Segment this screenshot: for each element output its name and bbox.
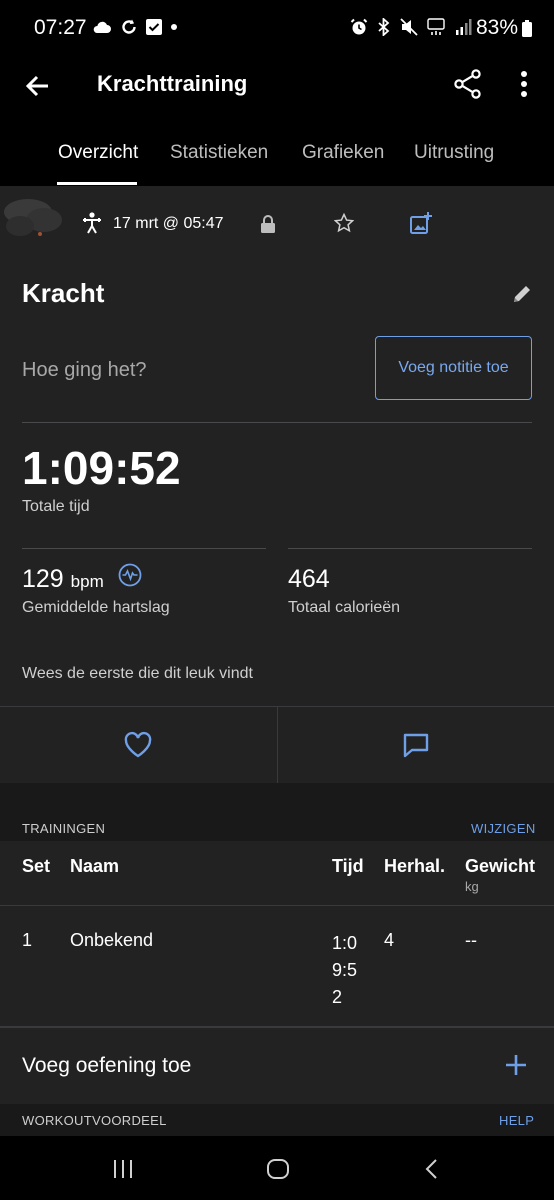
heart-rate-label: Gemiddelde hartslag bbox=[22, 599, 170, 616]
help-link[interactable]: HELP bbox=[499, 1113, 534, 1128]
checkbox-icon bbox=[146, 19, 162, 35]
comment-icon[interactable] bbox=[400, 729, 432, 761]
add-exercise-label: Voeg oefening toe bbox=[22, 1054, 192, 1077]
status-time: 07:27 bbox=[34, 16, 87, 39]
workout-advantage-title: WORKOUTVOORDEEL bbox=[22, 1113, 167, 1128]
social-action-row bbox=[0, 706, 554, 784]
tab-bar: Overzicht Statistieken Grafieken Uitrust… bbox=[0, 126, 554, 186]
divider bbox=[22, 548, 266, 549]
page-title: Krachttraining bbox=[97, 71, 248, 96]
column-header-time: Tijd bbox=[332, 856, 364, 876]
activity-datetime: 17 mrt @ 05:47 bbox=[113, 215, 224, 232]
divider bbox=[288, 548, 532, 549]
divider bbox=[277, 707, 278, 783]
heart-rate-value: 129 bpm bbox=[22, 565, 104, 594]
heart-rate-icon[interactable] bbox=[118, 563, 142, 587]
dot-icon bbox=[171, 24, 177, 30]
tab-grafieken[interactable]: Grafieken bbox=[302, 142, 384, 164]
trainings-section-title: TRAININGEN bbox=[22, 821, 106, 836]
activity-title: Kracht bbox=[22, 278, 105, 308]
signal-icon bbox=[456, 19, 472, 35]
share-icon[interactable] bbox=[452, 68, 484, 100]
battery-icon bbox=[522, 20, 532, 37]
column-header-weight: Gewicht bbox=[465, 856, 536, 876]
avatar[interactable] bbox=[0, 194, 70, 240]
mute-icon bbox=[400, 18, 418, 36]
heart-rate-unit: bpm bbox=[70, 572, 104, 591]
system-back-icon[interactable] bbox=[424, 1158, 440, 1180]
active-tab-indicator bbox=[57, 182, 137, 185]
column-header-set: Set bbox=[22, 856, 51, 876]
system-nav-bar bbox=[0, 1136, 554, 1200]
column-header-name: Naam bbox=[70, 856, 120, 876]
star-icon[interactable] bbox=[334, 213, 354, 233]
column-header-reps: Herhal. bbox=[384, 856, 446, 876]
add-exercise-row[interactable]: Voeg oefening toe bbox=[0, 1028, 554, 1104]
add-photo-icon[interactable] bbox=[410, 212, 432, 234]
heart-rate-number: 129 bbox=[22, 565, 64, 593]
cell-name: Onbekend bbox=[70, 930, 154, 950]
app-bar: Krachttraining bbox=[0, 58, 554, 122]
overview-content: 17 mrt @ 05:47 Kracht Hoe ging het? Voeg… bbox=[0, 186, 554, 1104]
weight-unit: kg bbox=[465, 879, 479, 894]
table-row[interactable]: 1 Onbekend 1:09:52 4 -- bbox=[0, 906, 554, 1028]
cell-time: 1:09:52 bbox=[332, 933, 358, 1007]
home-icon[interactable] bbox=[266, 1158, 290, 1180]
tab-overzicht[interactable]: Overzicht bbox=[58, 142, 138, 164]
strength-activity-icon bbox=[83, 212, 101, 234]
calories-value: 464 bbox=[288, 565, 330, 593]
cell-set: 1 bbox=[22, 930, 33, 950]
network-5g-icon bbox=[427, 18, 445, 35]
like-prompt: Wees de eerste die dit leuk vindt bbox=[22, 665, 253, 682]
lock-icon[interactable] bbox=[260, 214, 276, 234]
bluetooth-icon bbox=[378, 18, 390, 36]
more-vert-icon[interactable] bbox=[510, 68, 538, 100]
calories-label: Totaal calorieën bbox=[288, 599, 401, 616]
sync-icon bbox=[122, 19, 136, 34]
recent-apps-icon[interactable] bbox=[112, 1158, 134, 1180]
divider bbox=[22, 422, 532, 423]
total-time-label: Totale tijd bbox=[22, 498, 90, 515]
edit-pencil-icon[interactable] bbox=[512, 284, 532, 304]
how-did-it-go-prompt: Hoe ging het? bbox=[22, 359, 147, 381]
edit-trainings-link[interactable]: WIJZIGEN bbox=[471, 821, 536, 836]
status-bar: 07:27 83% bbox=[0, 0, 554, 58]
workout-advantage-band: WORKOUTVOORDEEL HELP bbox=[0, 1104, 554, 1136]
add-note-button[interactable]: Voeg notitie toe bbox=[375, 336, 532, 400]
plus-icon[interactable] bbox=[504, 1053, 528, 1077]
alarm-icon bbox=[350, 18, 368, 35]
cloud-icon bbox=[93, 21, 111, 33]
tab-statistieken[interactable]: Statistieken bbox=[170, 142, 268, 164]
cell-reps: 4 bbox=[384, 930, 395, 950]
cell-weight: -- bbox=[465, 930, 477, 950]
trainings-table-header: Set Naam Tijd Herhal. Gewicht kg bbox=[0, 841, 554, 906]
activity-meta-row: 17 mrt @ 05:47 bbox=[0, 186, 554, 261]
back-arrow-icon[interactable] bbox=[22, 70, 54, 102]
battery-percent: 83% bbox=[475, 16, 518, 39]
tab-uitrusting[interactable]: Uitrusting bbox=[414, 142, 494, 164]
heart-icon[interactable] bbox=[122, 729, 154, 761]
total-time-value: 1:09:52 bbox=[22, 442, 181, 494]
